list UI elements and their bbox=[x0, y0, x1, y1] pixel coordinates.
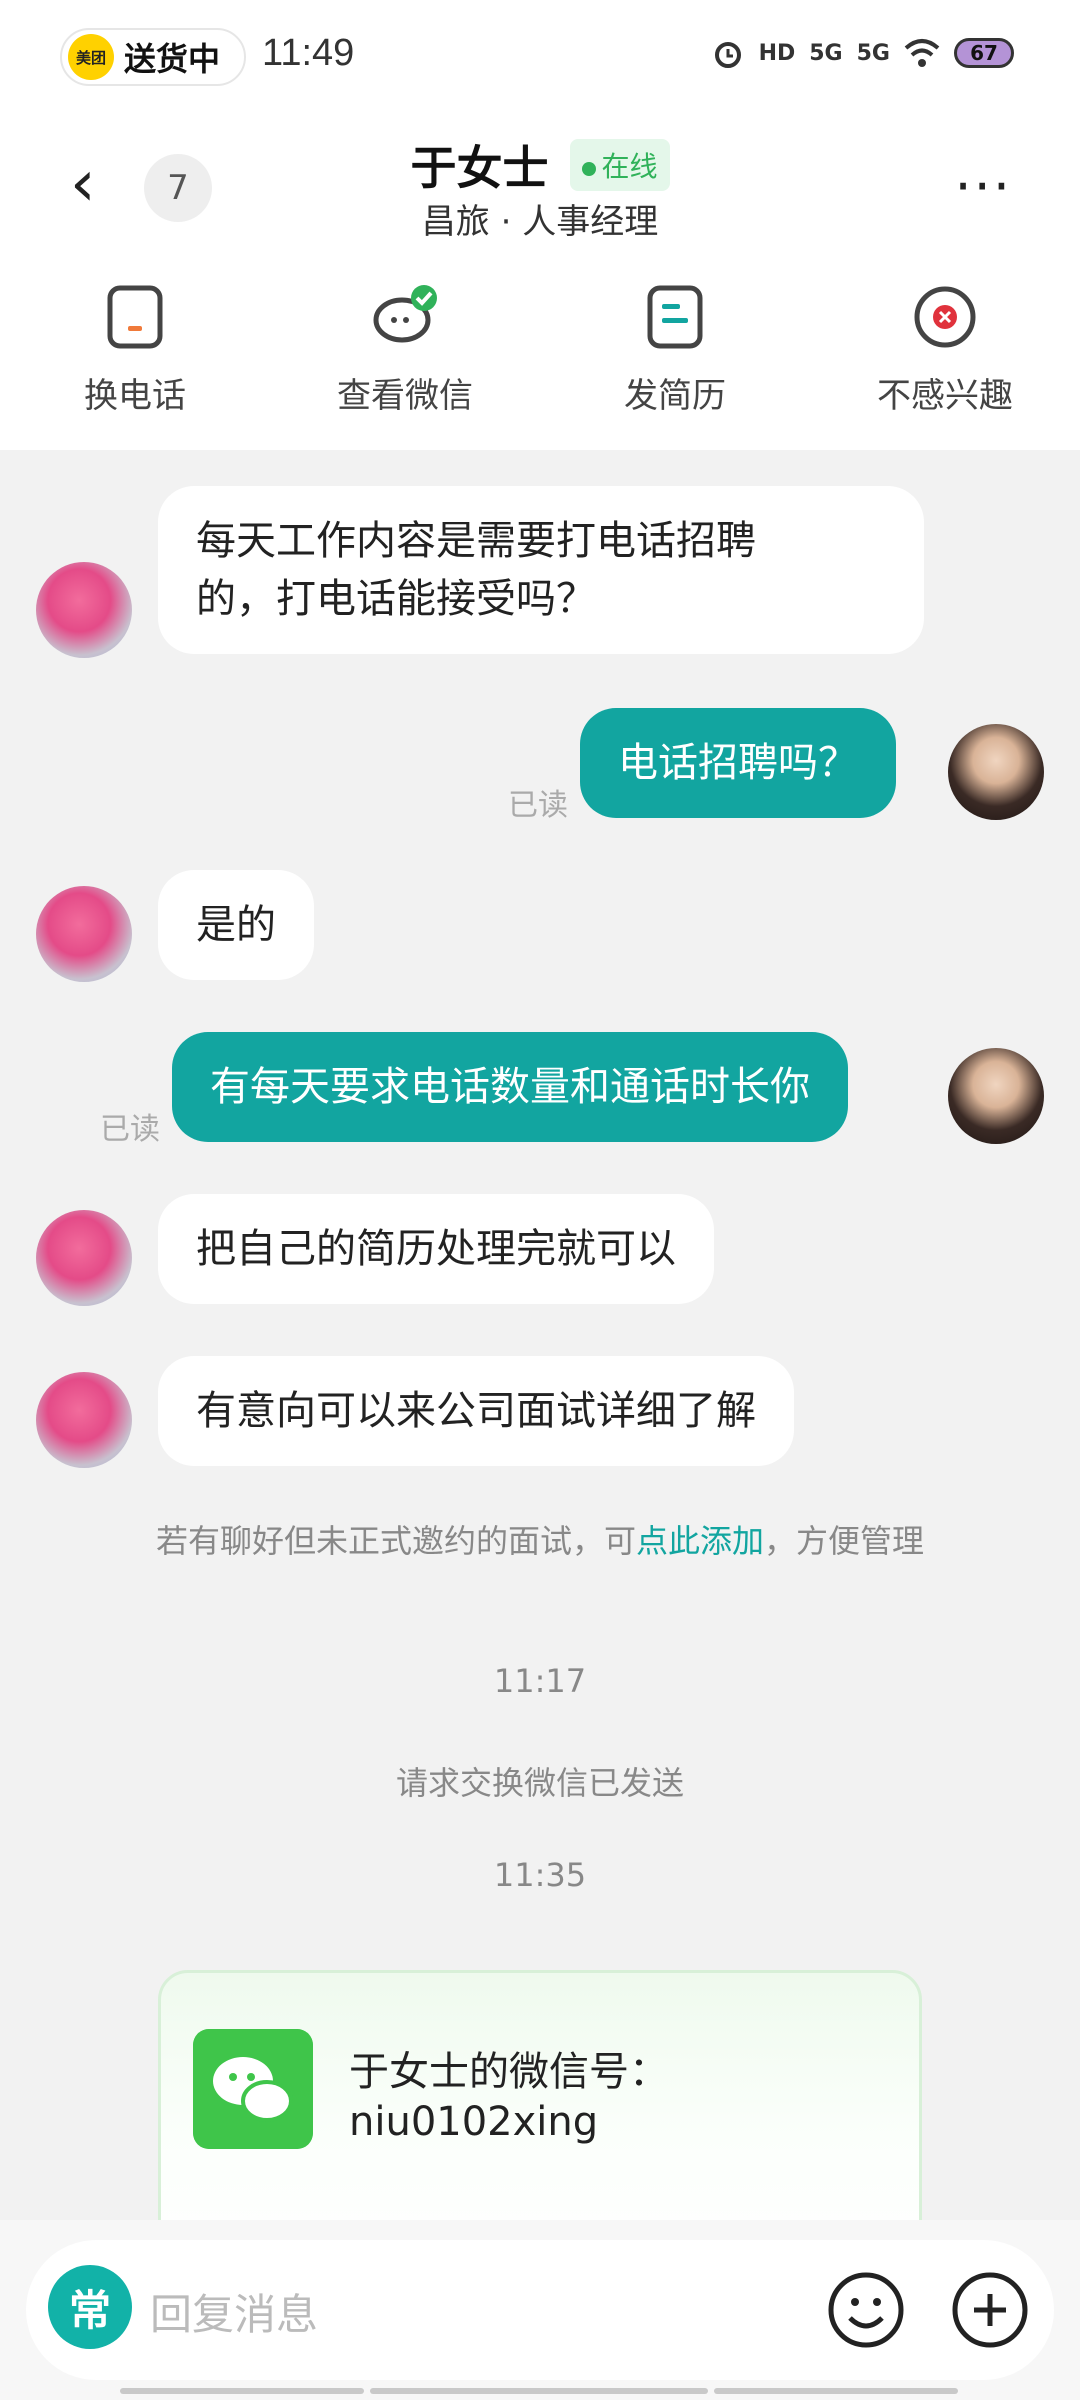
wechat-view-icon bbox=[373, 285, 437, 343]
delivery-status-pill[interactable]: 美团 送货中 bbox=[60, 28, 246, 86]
battery-indicator: 67 bbox=[954, 38, 1014, 68]
send-resume-button[interactable]: 发简历 bbox=[540, 282, 810, 417]
wechat-request-notice: 请求交换微信已发送 bbox=[395, 1764, 684, 1802]
meituan-logo-icon: 美团 bbox=[68, 34, 114, 80]
message-text: 有意向可以来公司面试详细了解 bbox=[196, 1388, 756, 1434]
my-avatar[interactable] bbox=[948, 724, 1044, 820]
timestamp: 11:35 bbox=[493, 1856, 587, 1894]
read-status: 已读 bbox=[508, 788, 568, 823]
message-bubble-outgoing[interactable]: 有每天要求电话数量和通话时长你 bbox=[172, 1032, 848, 1142]
status-icons: HD 5G 5G 67 bbox=[711, 36, 1014, 70]
message-bubble-incoming[interactable]: 每天工作内容是需要打电话招聘 的，打电话能接受吗？ bbox=[158, 486, 924, 654]
alarm-icon bbox=[714, 42, 741, 68]
resume-icon bbox=[647, 285, 703, 349]
message-text: 的，打电话能接受吗？ bbox=[196, 576, 596, 622]
more-options-icon[interactable]: ··· bbox=[955, 160, 1013, 214]
send-resume-label: 发简历 bbox=[624, 376, 726, 416]
online-status-text: 在线 bbox=[601, 150, 658, 183]
wechat-logo-icon bbox=[193, 2029, 313, 2149]
recruiter-avatar[interactable] bbox=[36, 1210, 132, 1306]
message-bubble-incoming[interactable]: 把自己的简历处理完就可以 bbox=[158, 1194, 714, 1304]
interview-tip-note: 若有聊好但未正式邀约的面试，可点此添加，方便管理 bbox=[150, 1520, 930, 1562]
message-text: 有每天要求电话数量和通话时长你 bbox=[210, 1064, 810, 1110]
nav-gesture-bar bbox=[370, 2388, 708, 2394]
chat-area[interactable]: 每天工作内容是需要打电话招聘 的，打电话能接受吗？ 已读 电话招聘吗？ 是的 已… bbox=[0, 450, 1080, 2220]
not-interested-label: 不感兴趣 bbox=[877, 376, 1013, 416]
tip-text-before: 若有聊好但未正式邀约的面试，可 bbox=[155, 1522, 636, 1560]
view-wechat-button[interactable]: 查看微信 bbox=[270, 282, 540, 417]
online-status-badge: 在线 bbox=[569, 139, 670, 191]
wechat-id-card[interactable]: 于女士的微信号： niu0102xing bbox=[158, 1970, 922, 2220]
contact-subtitle: 昌旅 · 人事经理 bbox=[421, 202, 659, 242]
recruiter-avatar[interactable] bbox=[36, 562, 132, 658]
contact-name: 于女士 bbox=[410, 141, 549, 195]
contact-title: 于女士 在线 bbox=[0, 132, 1080, 198]
plus-icon[interactable] bbox=[950, 2270, 1030, 2350]
message-text: 电话招聘吗？ bbox=[618, 740, 858, 786]
signal-icon-1: 5G bbox=[809, 40, 843, 66]
tip-text-after: ，方便管理 bbox=[764, 1522, 925, 1560]
wechat-id-text: 于女士的微信号： niu0102xing bbox=[349, 2047, 669, 2147]
not-interested-icon bbox=[914, 286, 976, 348]
recruiter-avatar[interactable] bbox=[36, 886, 132, 982]
delivery-status-text: 送货中 bbox=[124, 40, 221, 78]
action-bar: 换电话 查看微信 发简历 不感兴趣 bbox=[0, 282, 1080, 417]
change-phone-button[interactable]: 换电话 bbox=[0, 282, 270, 417]
read-status: 已读 bbox=[100, 1112, 160, 1147]
chat-header: ‹ 7 于女士 在线 昌旅 · 人事经理 ··· 换电话 查看微信 发简历 不感… bbox=[0, 112, 1080, 450]
online-dot-icon bbox=[581, 162, 596, 176]
nav-gesture-bar bbox=[120, 2388, 364, 2394]
nav-gesture-bar bbox=[714, 2388, 958, 2394]
add-interview-link[interactable]: 点此添加 bbox=[636, 1522, 764, 1560]
wechat-id-label: 于女士的微信号： bbox=[349, 2049, 669, 2095]
view-wechat-label: 查看微信 bbox=[337, 376, 473, 416]
message-text: 每天工作内容是需要打电话招聘 bbox=[196, 518, 756, 564]
not-interested-button[interactable]: 不感兴趣 bbox=[810, 282, 1080, 417]
common-phrases-button[interactable]: 常 bbox=[48, 2265, 132, 2349]
message-bubble-incoming[interactable]: 是的 bbox=[158, 870, 314, 980]
message-bubble-incoming[interactable]: 有意向可以来公司面试详细了解 bbox=[158, 1356, 794, 1466]
my-avatar[interactable] bbox=[948, 1048, 1044, 1144]
status-time: 11:49 bbox=[262, 32, 355, 74]
recruiter-avatar[interactable] bbox=[36, 1372, 132, 1468]
message-text: 把自己的简历处理完就可以 bbox=[196, 1226, 676, 1272]
hd-icon: HD bbox=[758, 40, 796, 66]
phone-swap-icon bbox=[107, 285, 163, 349]
wifi-icon bbox=[904, 39, 940, 67]
emoji-icon[interactable] bbox=[826, 2270, 906, 2350]
signal-icon-2: 5G bbox=[856, 40, 890, 66]
message-bubble-outgoing[interactable]: 电话招聘吗？ bbox=[580, 708, 896, 818]
reply-input[interactable]: 回复消息 bbox=[150, 2281, 318, 2342]
message-text: 是的 bbox=[196, 902, 276, 948]
status-bar: 美团 送货中 11:49 HD 5G 5G 67 bbox=[0, 0, 1080, 112]
timestamp: 11:17 bbox=[493, 1662, 587, 1700]
wechat-id-value: niu0102xing bbox=[349, 2099, 599, 2145]
change-phone-label: 换电话 bbox=[84, 376, 186, 416]
input-bar: 常 回复消息 bbox=[0, 2220, 1080, 2400]
